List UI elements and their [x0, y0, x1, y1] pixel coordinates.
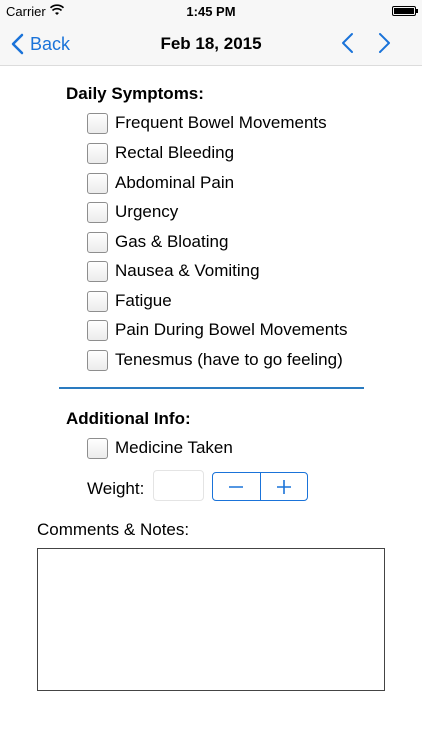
- checkbox[interactable]: [87, 290, 108, 312]
- weight-input[interactable]: [153, 470, 204, 501]
- checkbox-label: Tenesmus (have to go feeling): [115, 350, 343, 369]
- decrement-button[interactable]: [213, 473, 261, 500]
- checkbox-label: Urgency: [115, 202, 179, 221]
- checkbox[interactable]: [87, 349, 108, 371]
- next-day-button[interactable]: [378, 32, 398, 56]
- symptom-pain-during-bowel-movements[interactable]: Pain During Bowel Movements: [87, 318, 347, 342]
- plus-icon: [276, 479, 291, 494]
- checkbox-label: Medicine Taken: [115, 438, 233, 457]
- increment-button[interactable]: [261, 473, 308, 500]
- checkbox-label: Fatigue: [115, 291, 172, 310]
- symptom-rectal-bleeding[interactable]: Rectal Bleeding: [87, 141, 234, 165]
- navigation-bar: Back Feb 18, 2015: [0, 22, 422, 66]
- symptom-frequent-bowel-movements[interactable]: Frequent Bowel Movements: [87, 111, 327, 135]
- symptom-fatigue[interactable]: Fatigue: [87, 289, 172, 313]
- weight-stepper: [212, 472, 308, 501]
- symptom-nausea-vomiting[interactable]: Nausea & Vomiting: [87, 259, 260, 283]
- status-time: 1:45 PM: [186, 4, 236, 19]
- checkbox-label: Abdominal Pain: [115, 173, 235, 192]
- section-divider: [59, 387, 364, 389]
- previous-day-button[interactable]: [340, 32, 360, 56]
- checkbox[interactable]: [87, 231, 108, 253]
- additional-info-title: Additional Info:: [66, 409, 191, 428]
- checkbox-label: Frequent Bowel Movements: [115, 113, 327, 132]
- symptom-abdominal-pain[interactable]: Abdominal Pain: [87, 171, 234, 195]
- checkbox[interactable]: [87, 112, 108, 134]
- checkbox[interactable]: [87, 142, 108, 164]
- checkbox-label: Gas & Bloating: [115, 232, 229, 251]
- battery-icon: [392, 6, 418, 16]
- chevron-left-icon: [342, 33, 353, 53]
- weight-label: Weight:: [87, 479, 145, 498]
- checkbox-label: Nausea & Vomiting: [115, 261, 260, 280]
- checkbox[interactable]: [87, 260, 108, 282]
- checkbox-label: Pain During Bowel Movements: [115, 320, 348, 339]
- symptom-gas-bloating[interactable]: Gas & Bloating: [87, 230, 228, 254]
- checkbox-label: Rectal Bleeding: [115, 143, 235, 162]
- chevron-right-icon: [379, 33, 390, 53]
- minus-icon: [229, 485, 244, 488]
- daily-symptoms-title: Daily Symptoms:: [66, 84, 204, 103]
- comments-label: Comments & Notes:: [37, 520, 190, 539]
- symptom-urgency[interactable]: Urgency: [87, 200, 178, 224]
- comments-textarea[interactable]: [37, 548, 385, 691]
- checkbox[interactable]: [87, 172, 108, 194]
- checkbox[interactable]: [87, 319, 108, 341]
- medicine-taken-row[interactable]: Medicine Taken: [87, 436, 233, 460]
- symptom-tenesmus[interactable]: Tenesmus (have to go feeling): [87, 348, 343, 372]
- checkbox[interactable]: [87, 437, 108, 459]
- status-bar: Carrier 1:45 PM: [0, 0, 422, 22]
- checkbox[interactable]: [87, 201, 108, 223]
